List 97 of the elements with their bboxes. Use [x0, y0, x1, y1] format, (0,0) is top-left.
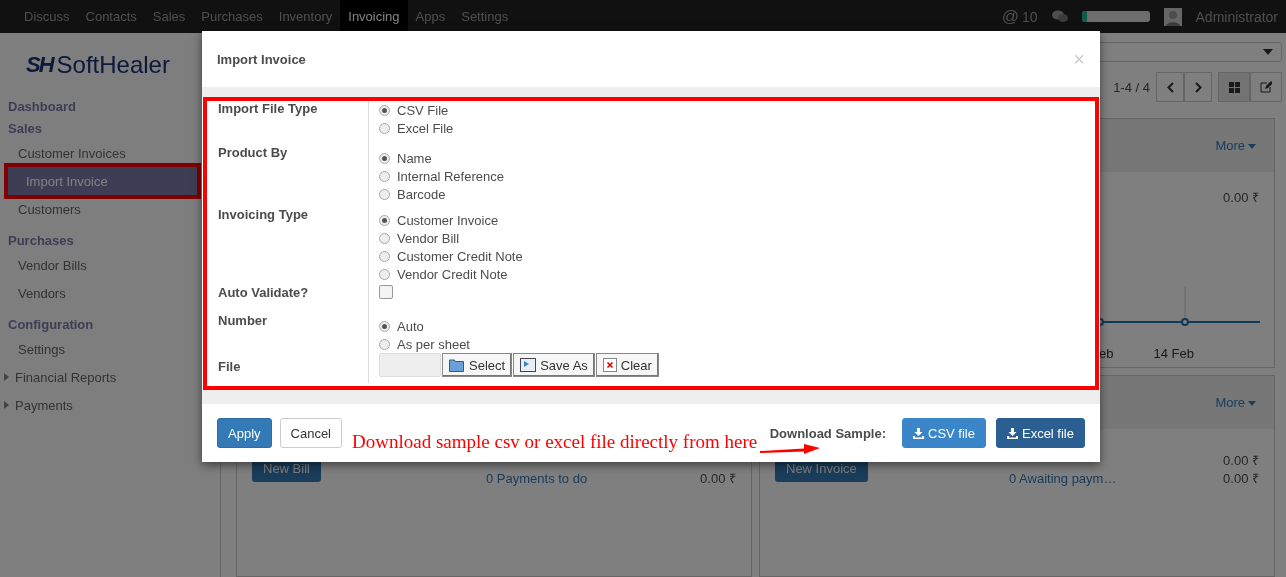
- radio-button[interactable]: [379, 170, 390, 182]
- radio-option[interactable]: Vendor Bill: [379, 229, 1095, 247]
- file-name-field[interactable]: [379, 353, 441, 377]
- amount-text: 0.00 ₹: [1223, 189, 1259, 207]
- menu-item[interactable]: Discuss: [16, 0, 78, 33]
- radio-button[interactable]: [379, 214, 390, 226]
- caret-icon: [4, 373, 9, 381]
- folder-icon: [449, 358, 465, 372]
- user-name[interactable]: Administrator: [1195, 8, 1278, 25]
- field-label: Invoicing Type: [218, 207, 309, 222]
- file-button[interactable]: Select: [442, 353, 513, 377]
- apply-button[interactable]: Apply: [217, 418, 272, 448]
- radio-button[interactable]: [379, 232, 390, 244]
- option-label: Barcode: [397, 186, 446, 202]
- avatar-icon[interactable]: [1163, 7, 1182, 26]
- amount-text: 0.00 ₹: [700, 470, 736, 488]
- radio-button[interactable]: [379, 188, 390, 200]
- annotation-text: Download sample csv or excel file directly from here: [352, 431, 758, 453]
- checkbox[interactable]: [379, 285, 393, 299]
- field-label: Import File Type: [218, 101, 318, 116]
- option-label: Excel File: [397, 120, 454, 136]
- caret-icon: [1248, 144, 1256, 150]
- download-label: Download Sample:: [769, 425, 886, 441]
- pager-text: 1-4 / 4: [1113, 79, 1150, 95]
- chevron-right-icon: [1194, 81, 1202, 93]
- sidebar-item[interactable]: Payments: [0, 391, 220, 419]
- chevron-left-icon: [1166, 81, 1174, 93]
- download-icon: [1006, 427, 1018, 439]
- axis-label: 14 Feb: [1153, 346, 1194, 361]
- radio-button[interactable]: [379, 152, 390, 164]
- option-label: Auto: [397, 318, 424, 334]
- close-button[interactable]: ×: [1073, 47, 1085, 71]
- option-label: CSV File: [397, 102, 449, 118]
- dialog-title: Import Invoice: [217, 51, 306, 67]
- radio-option[interactable]: Internal Reference: [379, 167, 1095, 185]
- option-label: Vendor Bill: [397, 230, 460, 246]
- previous-button[interactable]: [1156, 72, 1184, 102]
- radio-option[interactable]: CSV File: [379, 101, 1095, 119]
- caret-icon: [1248, 401, 1256, 407]
- menu-item[interactable]: Contacts: [77, 0, 145, 33]
- edit-icon: [1260, 81, 1272, 93]
- clear-icon: [602, 358, 617, 372]
- radio-option[interactable]: Customer Credit Note: [379, 247, 1095, 265]
- next-button[interactable]: [1184, 72, 1212, 102]
- edit-view-button[interactable]: [1250, 72, 1282, 102]
- card-row-label[interactable]: 0 Awaiting paym…: [1009, 470, 1117, 488]
- download-button[interactable]: Excel file: [995, 418, 1085, 448]
- progress-bar: [1081, 11, 1150, 22]
- menu-item[interactable]: Sales: [144, 0, 194, 33]
- radio-button[interactable]: [379, 104, 390, 116]
- card-row-label[interactable]: 0 Payments to do: [486, 470, 588, 488]
- option-label: Name: [397, 150, 432, 166]
- more-link[interactable]: More: [1215, 395, 1256, 410]
- option-label: Customer Invoice: [397, 212, 499, 228]
- menu-item[interactable]: Invoicing: [340, 0, 408, 33]
- option-label: As per sheet: [397, 336, 470, 352]
- radio-button[interactable]: [379, 250, 390, 262]
- field-label: Product By: [218, 145, 288, 160]
- arrow-icon: [759, 442, 820, 455]
- radio-option[interactable]: As per sheet: [379, 335, 1095, 353]
- sidebar-item[interactable]: Import Invoice: [8, 167, 197, 195]
- file-button[interactable]: Save As: [513, 353, 595, 377]
- download-button[interactable]: CSV file: [902, 418, 986, 448]
- file-button[interactable]: Clear: [595, 353, 659, 377]
- company-logo: SH SoftHealer: [25, 50, 171, 80]
- radio-option[interactable]: Name: [379, 149, 1095, 167]
- amount-text: 0.00 ₹: [1223, 470, 1259, 488]
- chat-icon[interactable]: [1051, 10, 1068, 23]
- more-link[interactable]: More: [1215, 138, 1256, 153]
- radio-button[interactable]: [379, 122, 390, 134]
- option-label: Vendor Credit Note: [397, 266, 508, 282]
- radio-button[interactable]: [379, 320, 390, 332]
- amount-text: 0.00 ₹: [1223, 452, 1259, 470]
- sidebar-item-label: Payments: [15, 397, 73, 413]
- radio-option[interactable]: Auto: [379, 317, 1095, 335]
- radio-option[interactable]: Customer Invoice: [379, 211, 1095, 229]
- field-label: Auto Validate?: [218, 285, 309, 300]
- radio-button[interactable]: [379, 338, 390, 350]
- sidebar-item[interactable]: Financial Reports: [0, 363, 220, 391]
- field-label: Number: [218, 313, 268, 328]
- sidebar-item-label: Financial Reports: [15, 369, 117, 385]
- at-sign-icon[interactable]: @: [1001, 6, 1019, 27]
- field-label: File: [218, 359, 241, 374]
- caret-icon: [4, 401, 9, 409]
- radio-option[interactable]: Excel File: [379, 119, 1095, 137]
- option-label: Internal Reference: [397, 168, 504, 184]
- option-label: Customer Credit Note: [397, 248, 523, 264]
- radio-option[interactable]: Vendor Credit Note: [379, 265, 1095, 283]
- kanban-view-button[interactable]: [1218, 72, 1250, 102]
- caret-icon[interactable]: [1263, 49, 1273, 55]
- radio-option[interactable]: Barcode: [379, 185, 1095, 203]
- radio-button[interactable]: [379, 268, 390, 280]
- download-icon: [913, 427, 924, 439]
- cancel-button[interactable]: Cancel: [279, 418, 342, 448]
- axis-label: eb: [1099, 346, 1114, 361]
- grid-icon: [1228, 81, 1240, 93]
- mentions-counter[interactable]: 10: [1021, 8, 1038, 25]
